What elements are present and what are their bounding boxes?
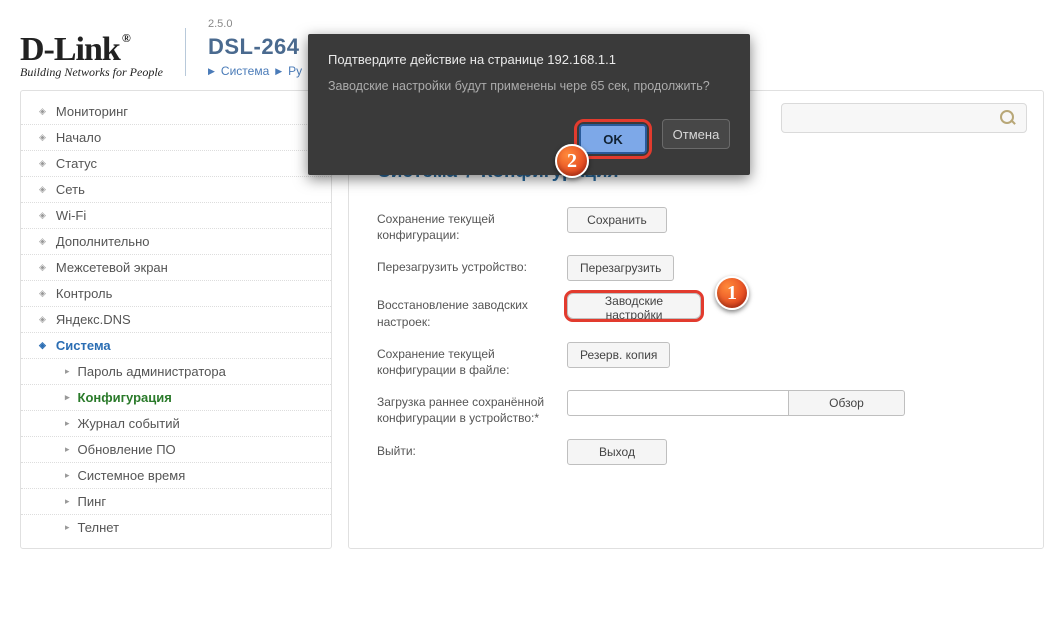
logo-tagline: Building Networks for People <box>20 65 163 80</box>
annotation-step-1: 1 <box>715 276 749 310</box>
reboot-button[interactable]: Перезагрузить <box>567 255 674 281</box>
device-model: DSL-264 <box>208 34 302 60</box>
sidebar-item-yandex-dns[interactable]: ◈Яндекс.DNS <box>21 307 331 333</box>
factory-reset-button[interactable]: Заводские настройки <box>567 293 701 319</box>
bullet-icon: ◈ <box>39 210 46 221</box>
sidebar-item-start[interactable]: ◈Начало <box>21 125 331 151</box>
sidebar-item-status[interactable]: ◈Статус <box>21 151 331 177</box>
sidebar-sub-system-time[interactable]: ▸Системное время <box>21 463 331 489</box>
brand-logo: D-Link ® Building Networks for People <box>20 31 163 80</box>
chevron-right-icon: ▶ <box>208 66 215 77</box>
bullet-icon: ◈ <box>39 184 46 195</box>
sidebar-item-firewall[interactable]: ◈Межсетевой экран <box>21 255 331 281</box>
sidebar-sub-event-log[interactable]: ▸Журнал событий <box>21 411 331 437</box>
label-restore: Загрузка раннее сохранённой конфигурации… <box>377 390 567 426</box>
bullet-icon: ◈ <box>39 314 46 325</box>
save-button[interactable]: Сохранить <box>567 207 667 233</box>
caret-right-icon: ▸ <box>65 496 70 507</box>
breadcrumb: ▶ Система ▶ Ру <box>208 64 302 78</box>
firmware-version: 2.5.0 <box>208 18 302 30</box>
sidebar-sub-firmware-update[interactable]: ▸Обновление ПО <box>21 437 331 463</box>
exit-button[interactable]: Выход <box>567 439 667 465</box>
ok-button[interactable]: OK <box>579 124 647 154</box>
restore-file-input[interactable] <box>567 390 789 416</box>
search-icon <box>1000 110 1016 126</box>
sidebar-item-wifi[interactable]: ◈Wi-Fi <box>21 203 331 229</box>
cancel-button[interactable]: Отмена <box>662 119 730 149</box>
label-save-config: Сохранение текущей конфигурации: <box>377 207 567 243</box>
caret-right-icon: ▸ <box>65 522 70 533</box>
caret-right-icon: ▸ <box>65 444 70 455</box>
label-backup: Сохранение текущей конфигурации в файле: <box>377 342 567 378</box>
browse-button[interactable]: Обзор <box>789 390 905 416</box>
logo-text: D-Link <box>20 31 120 69</box>
sidebar-sub-telnet[interactable]: ▸Телнет <box>21 515 331 540</box>
bullet-icon: ◈ <box>39 288 46 299</box>
bullet-icon: ◈ <box>39 158 46 169</box>
caret-right-icon: ▸ <box>65 470 70 481</box>
sidebar-item-control[interactable]: ◈Контроль <box>21 281 331 307</box>
registered-icon: ® <box>122 31 130 46</box>
bullet-icon: ◈ <box>39 106 46 117</box>
chevron-right-icon: ▶ <box>275 66 282 77</box>
sidebar-sub-configuration[interactable]: ▸Конфигурация <box>21 385 331 411</box>
bullet-icon: ◈ <box>39 340 46 351</box>
caret-right-icon: ▸ <box>65 392 70 403</box>
confirm-dialog: Подтвердите действие на странице 192.168… <box>308 34 750 175</box>
breadcrumb-system[interactable]: Система <box>221 64 269 78</box>
dialog-title: Подтвердите действие на странице 192.168… <box>328 52 730 67</box>
label-factory-reset: Восстановление заводских настроек: <box>377 293 567 329</box>
sidebar-sub-ping[interactable]: ▸Пинг <box>21 489 331 515</box>
label-reboot: Перезагрузить устройство: <box>377 255 567 275</box>
divider <box>185 28 186 76</box>
dialog-message: Заводские настройки будут применены чере… <box>328 79 730 93</box>
sidebar-item-system[interactable]: ◈Система <box>21 333 331 359</box>
label-exit: Выйти: <box>377 439 567 459</box>
breadcrumb-lang[interactable]: Ру <box>288 64 302 78</box>
sidebar-nav: ◈Мониторинг ◈Начало ◈Статус ◈Сеть ◈Wi-Fi… <box>20 90 332 549</box>
sidebar-item-network[interactable]: ◈Сеть <box>21 177 331 203</box>
caret-right-icon: ▸ <box>65 366 70 377</box>
annotation-step-2: 2 <box>555 144 589 178</box>
bullet-icon: ◈ <box>39 262 46 273</box>
backup-button[interactable]: Резерв. копия <box>567 342 670 368</box>
bullet-icon: ◈ <box>39 132 46 143</box>
sidebar-item-advanced[interactable]: ◈Дополнительно <box>21 229 331 255</box>
caret-right-icon: ▸ <box>65 418 70 429</box>
sidebar-item-monitoring[interactable]: ◈Мониторинг <box>21 99 331 125</box>
search-input[interactable] <box>781 103 1027 133</box>
sidebar-sub-admin-password[interactable]: ▸Пароль администратора <box>21 359 331 385</box>
bullet-icon: ◈ <box>39 236 46 247</box>
